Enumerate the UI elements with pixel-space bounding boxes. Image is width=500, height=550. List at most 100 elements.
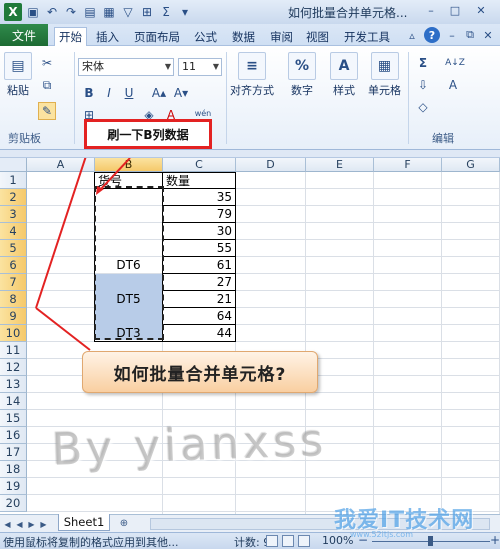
- tab-data[interactable]: 数据: [228, 27, 259, 46]
- excel-app-icon[interactable]: X: [4, 3, 22, 21]
- normal-view-icon[interactable]: [266, 535, 278, 547]
- cells-button[interactable]: ▦ 单元格: [368, 52, 401, 98]
- row-header-15[interactable]: 15: [0, 410, 27, 427]
- paste-button[interactable]: ▤ 粘贴: [4, 52, 32, 98]
- title-banner: 如何批量合并单元格?: [82, 351, 318, 393]
- row-header-4[interactable]: 4: [0, 223, 27, 240]
- quantity-cell[interactable]: 61: [163, 257, 235, 273]
- first-sheet-icon[interactable]: ◀: [2, 518, 13, 530]
- print-preview-icon[interactable]: ▤: [82, 4, 98, 20]
- row-header-18[interactable]: 18: [0, 461, 27, 478]
- zoom-slider-thumb[interactable]: [428, 536, 433, 546]
- zoom-level[interactable]: 100%: [322, 534, 353, 547]
- quantity-cell[interactable]: 79: [163, 206, 235, 222]
- italic-button[interactable]: I: [100, 84, 118, 102]
- status-count: 计数: 9: [234, 536, 271, 549]
- tab-formulas[interactable]: 公式: [190, 27, 221, 46]
- next-sheet-icon[interactable]: ▶: [26, 518, 37, 530]
- row-header-8[interactable]: 8: [0, 291, 27, 308]
- column-gridline: [373, 172, 374, 514]
- window-minimize-icon[interactable]: –: [444, 27, 460, 43]
- format-painter-qat-icon[interactable]: ▦: [101, 4, 117, 20]
- grow-font-icon[interactable]: A▴: [150, 84, 168, 102]
- close-icon[interactable]: ✕: [470, 0, 492, 20]
- window-restore-icon[interactable]: ⧉: [462, 27, 478, 43]
- item-code-cell[interactable]: DT3: [95, 325, 162, 341]
- tab-home[interactable]: 开始: [54, 27, 87, 46]
- tab-insert[interactable]: 插入: [92, 27, 123, 46]
- quantity-cell[interactable]: 35: [163, 189, 235, 205]
- column-header-d[interactable]: D: [236, 158, 306, 172]
- tab-file[interactable]: 文件: [0, 24, 48, 46]
- window-close-icon[interactable]: ✕: [480, 27, 496, 43]
- number-button[interactable]: % 数字: [288, 52, 316, 98]
- alignment-button[interactable]: ≡ 对齐方式: [230, 52, 274, 98]
- minimize-icon[interactable]: –: [420, 0, 442, 20]
- row-header-19[interactable]: 19: [0, 478, 27, 495]
- font-name-select[interactable]: 宋体 ▼: [78, 58, 174, 76]
- shrink-font-icon[interactable]: A▾: [172, 84, 190, 102]
- customize-qat-icon[interactable]: ▾: [177, 4, 193, 20]
- row-header-1[interactable]: 1: [0, 172, 27, 189]
- row-header-7[interactable]: 7: [0, 274, 27, 291]
- style-label: 样式: [333, 84, 355, 97]
- tab-developer[interactable]: 开发工具: [340, 27, 394, 46]
- column-header-f[interactable]: F: [374, 158, 442, 172]
- row-header-17[interactable]: 17: [0, 444, 27, 461]
- quantity-cell[interactable]: 64: [163, 308, 235, 324]
- header-cell-c[interactable]: 数量: [163, 172, 235, 188]
- tab-view[interactable]: 视图: [302, 27, 333, 46]
- row-header-2[interactable]: 2: [0, 189, 27, 206]
- font-size-select[interactable]: 11 ▼: [178, 58, 222, 76]
- prev-sheet-icon[interactable]: ◀: [14, 518, 25, 530]
- style-button[interactable]: A 样式: [330, 52, 358, 98]
- cut-icon[interactable]: ✂: [38, 54, 56, 72]
- page-break-view-icon[interactable]: [298, 535, 310, 547]
- editing-group-label: 编辑: [432, 132, 454, 145]
- autosum-qat-icon[interactable]: Σ: [158, 4, 174, 20]
- zoom-in-icon[interactable]: +: [490, 533, 500, 547]
- row-header-12[interactable]: 12: [0, 359, 27, 376]
- help-icon[interactable]: ?: [424, 27, 440, 43]
- column-header-c[interactable]: C: [163, 158, 236, 172]
- spreadsheet-grid[interactable]: ABCDEFG 1 2 3 4 5 6 7 8 9 10 11 12 13 14 15 16 17 18 19 20 …: [0, 158, 500, 514]
- last-sheet-icon[interactable]: ▶: [38, 518, 49, 530]
- row-header-3[interactable]: 3: [0, 206, 27, 223]
- undo-icon[interactable]: ↶: [44, 4, 60, 20]
- fill-icon[interactable]: ⇩: [414, 76, 432, 94]
- find-select-icon[interactable]: A: [444, 76, 462, 94]
- row-header-13[interactable]: 13: [0, 376, 27, 393]
- tab-page-layout[interactable]: 页面布局: [130, 27, 184, 46]
- underline-button[interactable]: U: [120, 84, 138, 102]
- format-painter-icon[interactable]: ✎: [38, 102, 56, 120]
- insert-sheet-icon[interactable]: ⊕: [116, 516, 132, 530]
- minimize-ribbon-icon[interactable]: ▵: [404, 27, 420, 43]
- row-header-14[interactable]: 14: [0, 393, 27, 410]
- quantity-cell[interactable]: 55: [163, 240, 235, 256]
- save-icon[interactable]: ▣: [25, 4, 41, 20]
- borders-icon[interactable]: ⊞: [139, 4, 155, 20]
- select-all-corner[interactable]: [0, 158, 27, 172]
- autosum-icon[interactable]: Σ: [414, 54, 432, 72]
- quantity-cell[interactable]: 21: [163, 291, 235, 307]
- bold-button[interactable]: B: [80, 84, 98, 102]
- filter-icon[interactable]: ▽: [120, 4, 136, 20]
- column-header-g[interactable]: G: [442, 158, 500, 172]
- row-header-6[interactable]: 6: [0, 257, 27, 274]
- maximize-icon[interactable]: □: [444, 0, 466, 20]
- percent-icon: %: [288, 52, 316, 80]
- sort-filter-icon[interactable]: A↓Z: [444, 54, 466, 72]
- tab-review[interactable]: 审阅: [266, 27, 297, 46]
- clear-icon[interactable]: ◇: [414, 98, 432, 116]
- column-header-e[interactable]: E: [306, 158, 374, 172]
- quantity-cell[interactable]: 30: [163, 223, 235, 239]
- copy-icon[interactable]: ⧉: [38, 76, 56, 94]
- page-layout-view-icon[interactable]: [282, 535, 294, 547]
- quantity-cell[interactable]: 44: [163, 325, 235, 341]
- redo-icon[interactable]: ↷: [63, 4, 79, 20]
- sheet-tab[interactable]: Sheet1: [58, 514, 110, 531]
- row-header-5[interactable]: 5: [0, 240, 27, 257]
- row-header-20[interactable]: 20: [0, 495, 27, 512]
- row-header-16[interactable]: 16: [0, 427, 27, 444]
- quantity-cell[interactable]: 27: [163, 274, 235, 290]
